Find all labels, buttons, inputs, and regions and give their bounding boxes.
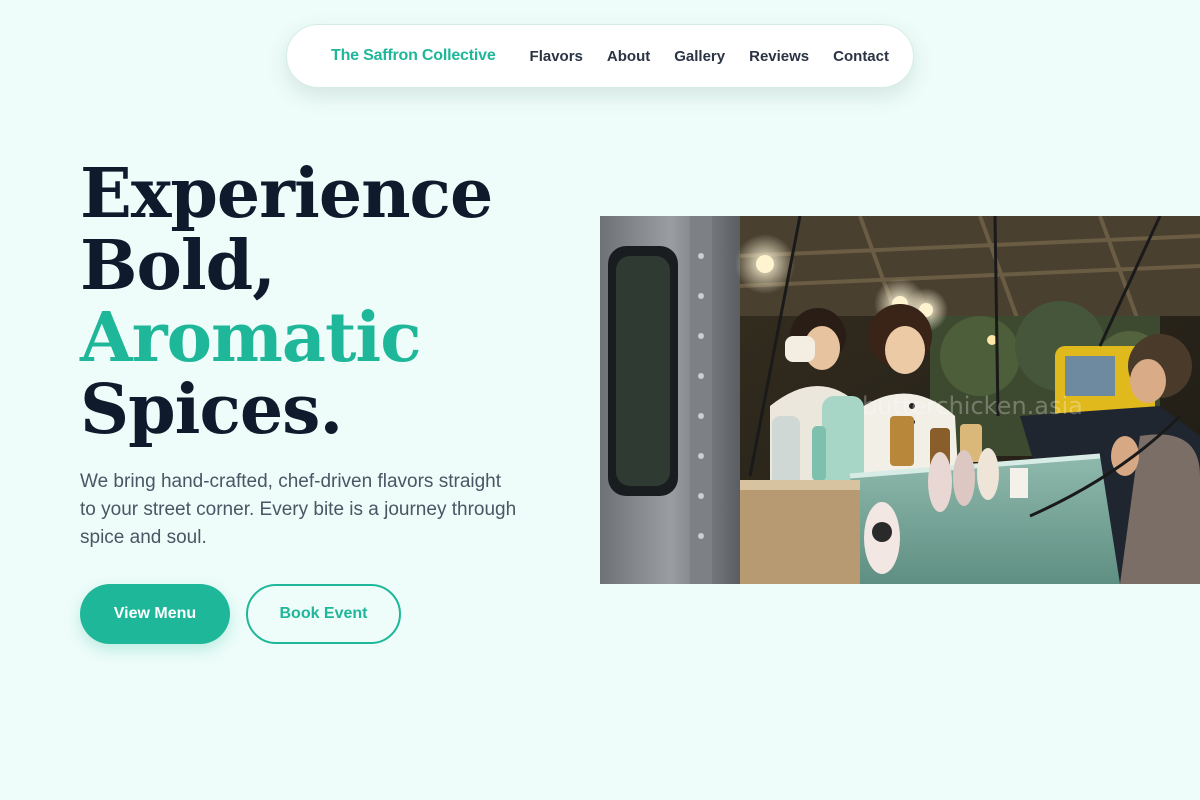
brand-logo[interactable]: The Saffron Collective [331,47,496,65]
food-truck-photo: butterchicken.asia [600,216,1200,584]
book-event-button[interactable]: Book Event [246,584,401,644]
hero-title-line-2: Bold, [80,226,276,306]
image-watermark: butterchicken.asia [862,392,1083,420]
hero-title-accent: Aromatic [80,298,422,378]
hero-title: Experience Bold, Aromatic Spices. [80,154,493,450]
hero-title-line-4: Spices. [80,370,343,450]
nav-link-about[interactable]: About [607,48,650,65]
hero-title-line-1: Experience [80,154,493,234]
view-menu-button[interactable]: View Menu [80,584,230,644]
food-truck-illustration: butterchicken.asia [600,216,1200,584]
hero-description: We bring hand-crafted, chef-driven flavo… [80,471,517,548]
nav-link-reviews[interactable]: Reviews [749,48,809,65]
nav-link-contact[interactable]: Contact [833,48,889,65]
navbar: The Saffron Collective Flavors About Gal… [286,24,914,88]
nav-links: Flavors About Gallery Reviews Contact [530,48,889,65]
nav-link-gallery[interactable]: Gallery [674,48,725,65]
nav-link-flavors[interactable]: Flavors [530,48,583,65]
